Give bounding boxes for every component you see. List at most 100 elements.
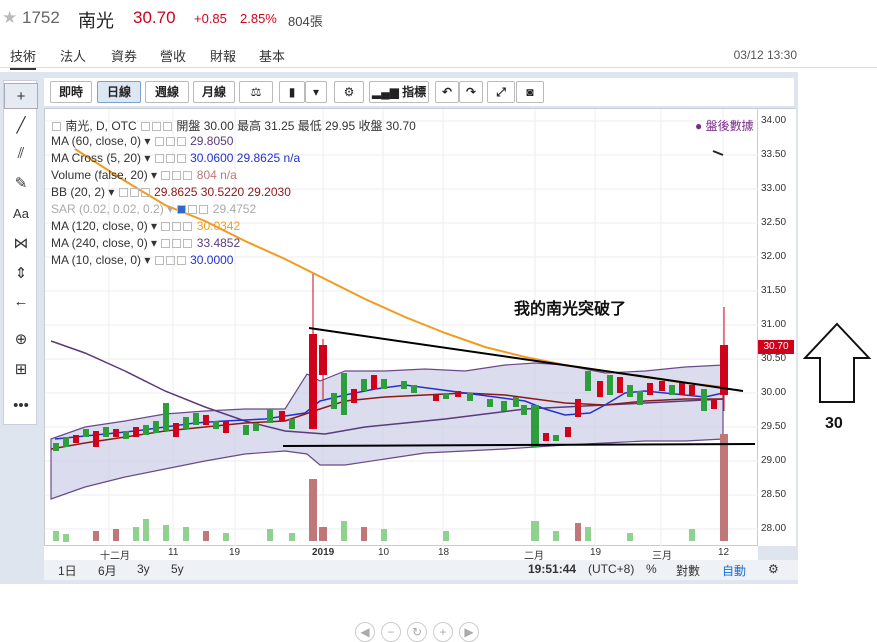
indicators-icon: ▂▄▆ [371,85,403,99]
favorite-star-icon[interactable]: ★ [2,8,17,28]
gear-icon[interactable]: ⚙ [334,81,364,103]
undo-icon[interactable]: ↶ [435,81,459,103]
log-toggle[interactable]: 對數 [676,562,700,579]
auto-toggle[interactable]: 自動 [722,562,746,579]
legend-value: 30.0342 [196,219,241,233]
legend-label: MA (10, close, 0) [51,253,142,267]
tab-institutional[interactable]: 法人 [60,46,86,65]
legend-macross[interactable]: MA Cross (5, 20) ▾ 30.0600 29.8625 n/a [51,151,300,165]
x-tick: 11 [168,547,179,558]
time-axis[interactable]: 十二月 11 19 2019 10 18 二月 19 三月 12 [44,546,758,562]
current-price-label: 30.70 [758,340,794,354]
y-tick: 32.00 [761,251,787,262]
indicators-label: 指標 [402,85,427,99]
price-axis[interactable]: 34.00 33.50 33.00 32.50 32.00 31.50 31.0… [758,108,796,546]
tab-technical[interactable]: 技術 [10,46,37,70]
legend-ohlc: 開盤 30.00 最高 31.25 最低 29.95 收盤 30.70 [176,119,416,133]
tab-margin[interactable]: 資券 [111,46,137,65]
section-tabs: 技術 法人 資券 營收 財報 基本 03/12 13:30 [0,42,877,70]
button-daily[interactable]: 日線 [97,81,141,103]
sar-mark [712,150,724,156]
legend-label: Volume (false, 20) [51,168,148,182]
close-icon[interactable] [163,122,173,132]
y-tick: 34.00 [761,115,787,126]
button-indicators[interactable]: ▂▄▆ 指標 [369,81,429,103]
settings-icon[interactable] [152,122,162,132]
legend-ma60[interactable]: MA (60, close, 0) ▾ 29.8050 [51,134,233,148]
checkbox-icon[interactable] [52,122,61,132]
legend-sar[interactable]: SAR (0.02, 0.02, 0.2) ▾ 29.4752 [51,202,256,216]
legend-label: MA Cross (5, 20) [51,151,142,165]
legend-volume[interactable]: Volume (false, 20) ▾ 804 n/a [51,168,237,182]
candle-type-icon[interactable]: ▮ [279,81,305,103]
tab-basic[interactable]: 基本 [259,46,285,65]
button-intraday[interactable]: 即時 [50,81,92,103]
arrow-left-icon[interactable]: ← [4,289,38,315]
chevron-down-icon[interactable]: ▾ [305,81,327,103]
range-6m[interactable]: 6月 [98,562,117,579]
tab-revenue[interactable]: 營收 [160,46,186,65]
redo-icon[interactable]: ↷ [459,81,483,103]
range-1d[interactable]: 1日 [58,562,77,579]
legend-ma120[interactable]: MA (120, close, 0) ▾ 30.0342 [51,219,240,233]
legend-label: BB (20, 2) [51,185,106,199]
settings-icon[interactable]: ⚙ [768,562,779,576]
button-monthly[interactable]: 月線 [193,81,235,103]
camera-icon[interactable]: ◙ [516,81,544,103]
button-weekly[interactable]: 週線 [145,81,189,103]
more-icon[interactable]: ••• [4,393,38,419]
legend-value: 30.0000 [190,253,234,267]
x-tick: 12 [718,547,730,558]
chart-plot[interactable]: 南光, D, OTC 開盤 30.00 最高 31.25 最低 29.95 收盤… [44,108,759,642]
after-hours-label[interactable]: ● 盤後數據 [695,117,754,134]
legend-label: SAR (0.02, 0.02, 0.2) [51,202,164,216]
legend-symbol: 南光, D, OTC [65,119,137,133]
datetime-label: 03/12 13:30 [733,48,797,62]
y-tick: 33.50 [761,149,787,160]
legend-ma240[interactable]: MA (240, close, 0) ▾ 33.4852 [51,236,240,250]
y-tick: 31.00 [761,319,787,330]
legend-main: 南光, D, OTC 開盤 30.00 最高 31.25 最低 29.95 收盤… [51,117,416,134]
price-change-pct: 2.85% [240,11,277,26]
up-arrow-icon [802,322,872,403]
pattern-icon[interactable]: ⋈ [4,231,38,257]
legend-bb[interactable]: BB (20, 2) ▾ 29.8625 30.5220 29.2030 [51,185,291,199]
x-tick: 19 [229,547,241,558]
tab-financials[interactable]: 財報 [210,46,236,65]
compare-scale-icon[interactable]: ⚖ [239,81,273,103]
percent-toggle[interactable]: % [646,562,657,576]
stock-name: 南光 [78,11,114,31]
legend-value: 33.4852 [196,236,241,250]
brush-icon[interactable]: ✎ [4,171,38,197]
y-tick: 30.00 [761,387,787,398]
eye-icon[interactable] [141,122,151,132]
fib-icon[interactable]: ⫽ [4,141,38,167]
scroll-right-icon[interactable]: ▶ [459,622,479,642]
x-tick: 2019 [312,547,335,558]
zoom-icon[interactable]: ⊕ [4,327,38,353]
legend-ma10[interactable]: MA (10, close, 0) ▾ 30.0000 [51,253,233,267]
y-tick: 28.00 [761,523,787,534]
scroll-left-icon[interactable]: ◀ [355,622,375,642]
fullscreen-icon[interactable]: ⤢ [487,81,515,103]
text-tool-icon[interactable]: Aa [4,201,38,227]
range-3y[interactable]: 3y [137,562,150,576]
ruler-icon[interactable]: ⊞ [4,357,38,383]
stock-code: 1752 [22,8,60,27]
legend-label: MA (60, close, 0) [51,134,142,148]
reset-icon[interactable]: ↻ [407,622,427,642]
y-tick: 32.50 [761,217,787,228]
range-5y[interactable]: 5y [171,562,184,576]
price-change: +0.85 [194,11,227,26]
crosshair-icon[interactable]: + [4,83,38,109]
timezone[interactable]: (UTC+8) [588,562,634,576]
zoom-in-icon[interactable]: + [433,622,453,642]
legend-label: MA (240, close, 0) [51,236,148,250]
clock-time: 19:51:44 [528,562,577,576]
y-tick: 28.50 [761,489,787,500]
annotation-text: 我的南光突破了 [514,301,627,318]
y-tick: 33.00 [761,183,787,194]
trend-line-icon[interactable]: ╱ [4,113,38,139]
zoom-out-icon[interactable]: − [381,622,401,642]
measure-icon[interactable]: ⇕ [4,261,38,287]
